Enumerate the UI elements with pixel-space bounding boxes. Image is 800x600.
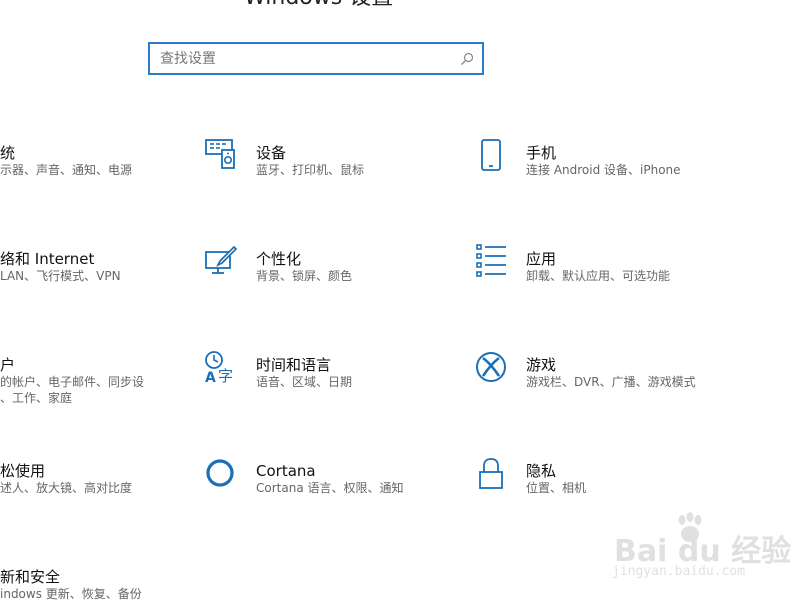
gaming-icon [476,352,506,382]
tile-title: 应用 [526,250,557,268]
tile-title: 游戏 [526,356,557,374]
tile-description: 连接 Android 设备、iPhone [526,163,681,177]
tile-title: 户 [0,356,16,374]
tile-apps[interactable]: 应用 卸载、默认应用、可选功能 [476,244,776,304]
baidu-jingyan-watermark: Bai du 经验 jingyan.baidu.com [612,512,792,588]
tile-gaming[interactable]: 游戏 游戏栏、DVR、广播、游戏模式 [476,350,776,410]
tile-title: 设备 [256,144,287,162]
tile-cortana[interactable]: Cortana Cortana 语言、权限、通知 [204,456,454,516]
tile-personalization[interactable]: 个性化 背景、锁屏、颜色 [204,244,454,304]
search-input[interactable] [160,44,450,73]
tile-ease-of-access[interactable]: 松使用 述人、放大镜、高对比度 [0,456,190,516]
tile-description: 游戏栏、DVR、广播、游戏模式 [526,375,696,389]
tile-time-language[interactable]: A 字 时间和语言 语音、区域、日期 [204,350,454,410]
tile-description: 语音、区域、日期 [256,375,353,389]
tile-title: 络和 Internet [0,250,95,268]
tile-title: 统 [0,144,16,162]
search-icon[interactable] [460,52,474,66]
tile-title: Cortana [256,462,316,480]
tile-description: 蓝牙、打印机、鼠标 [256,163,365,177]
svg-text:字: 字 [218,367,233,384]
tile-title: 隐私 [526,462,557,480]
tile-description: Cortana 语言、权限、通知 [256,481,404,495]
tile-description: 卸载、默认应用、可选功能 [526,269,671,283]
tile-description: 的帐户、电子邮件、同步设 [0,375,145,389]
apps-icon [476,244,506,277]
settings-window: Windows 设置 统 示器、声音、通知、电源 设备 蓝牙、打印机、鼠标 [0,0,800,600]
tile-description: 背景、锁屏、颜色 [256,269,353,283]
tile-phone[interactable]: 手机 连接 Android 设备、iPhone [476,138,776,198]
tile-description: indows 更新、恢复、备份 [0,587,142,600]
tile-description: 述人、放大镜、高对比度 [0,481,133,495]
tile-title: 时间和语言 [256,356,332,374]
tile-title: 新和安全 [0,568,61,586]
lock-icon [479,458,503,489]
tile-accounts[interactable]: 户 的帐户、电子邮件、同步设 、工作、家庭 [0,350,190,410]
tile-description: 位置、相机 [526,481,587,495]
devices-icon [205,139,235,169]
tile-update-security[interactable]: 新和安全 indows 更新、恢复、备份 [0,562,190,600]
tile-network[interactable]: 络和 Internet LAN、飞行模式、VPN [0,244,190,304]
cortana-icon [206,459,234,487]
tile-title: 松使用 [0,462,46,480]
tile-description: LAN、飞行模式、VPN [0,269,121,283]
tile-devices[interactable]: 设备 蓝牙、打印机、鼠标 [204,138,454,198]
personalization-icon [205,245,238,274]
tile-description-line2: 、工作、家庭 [0,391,73,405]
tile-description: 示器、声音、通知、电源 [0,163,133,177]
time-language-icon: A 字 [205,351,233,384]
tile-title: 个性化 [256,250,302,268]
phone-icon [481,139,501,171]
window-title: Windows 设置 [244,0,393,10]
search-box[interactable] [148,42,484,75]
tile-title: 手机 [526,144,557,162]
tile-system[interactable]: 统 示器、声音、通知、电源 [0,138,190,198]
tile-privacy[interactable]: 隐私 位置、相机 [476,456,776,516]
watermark-url: jingyan.baidu.com [612,564,746,579]
svg-text:A: A [205,370,216,384]
